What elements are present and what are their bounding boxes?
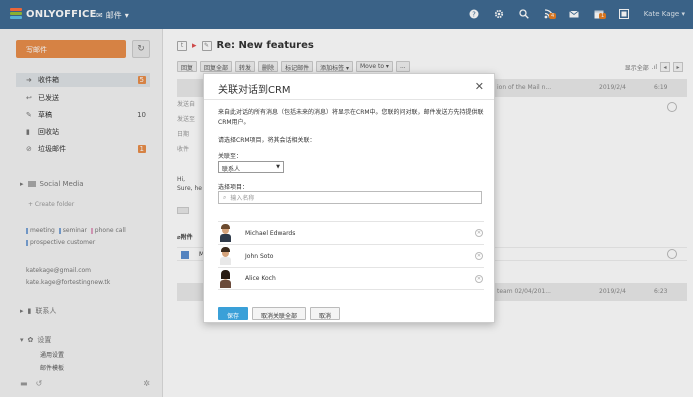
search-icon: ⌕ xyxy=(223,193,227,201)
link-to-select[interactable]: 联系人 ▼ xyxy=(218,161,284,173)
save-button[interactable]: 保存 xyxy=(218,307,249,320)
avatar xyxy=(219,269,232,288)
select-value: 联系人 xyxy=(222,166,241,173)
dialog-instruction: 请选择CRM项目，将其会话相关联： xyxy=(218,137,316,144)
chevron-down-icon: ▼ xyxy=(276,164,280,170)
linked-contact-list: Michael Edwards ✕ John Soto ✕ Alice Koch… xyxy=(218,221,484,290)
contact-row[interactable]: Alice Koch ✕ xyxy=(218,267,484,290)
remove-contact-icon[interactable]: ✕ xyxy=(475,252,483,260)
cancel-button[interactable]: 取消 xyxy=(310,307,341,320)
dialog-description: 来自此对话的所有消息（包括未来的消息）将显示在CRM中。您联的问对联，邮件发送方… xyxy=(218,109,484,126)
close-icon[interactable]: ✕ xyxy=(475,80,484,93)
search-placeholder: 输入名称 xyxy=(230,195,255,202)
contact-name: Michael Edwards xyxy=(245,229,296,237)
remove-contact-icon[interactable]: ✕ xyxy=(475,229,483,237)
link-to-label: 关联至： xyxy=(218,153,243,160)
contact-name: Alice Koch xyxy=(245,275,276,282)
link-to-crm-dialog: 关联对话到CRM ✕ 来自此对话的所有消息（包括未来的消息）将显示在CRM中。您… xyxy=(203,73,495,323)
remove-contact-icon[interactable]: ✕ xyxy=(475,275,483,283)
select-project-label: 选择项目： xyxy=(218,184,249,191)
unlink-all-button[interactable]: 取消关联全部 xyxy=(252,307,307,320)
contact-row[interactable]: Michael Edwards ✕ xyxy=(218,221,484,244)
avatar xyxy=(219,224,232,242)
avatar xyxy=(219,247,232,265)
project-search-input[interactable]: ⌕ 输入名称 xyxy=(218,191,482,204)
contact-row[interactable]: John Soto ✕ xyxy=(218,244,484,267)
dialog-title: 关联对话到CRM xyxy=(218,85,291,96)
divider xyxy=(204,99,494,100)
contact-name: John Soto xyxy=(245,252,274,260)
